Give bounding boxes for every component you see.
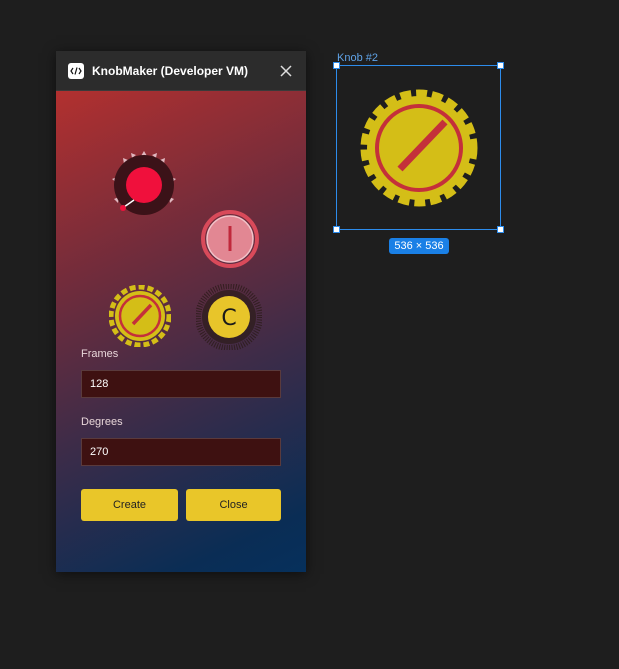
create-button[interactable]: Create — [81, 489, 178, 521]
selected-knob-preview[interactable] — [359, 88, 479, 208]
knob-style-pink-ring[interactable] — [200, 209, 260, 269]
resize-handle-top-right[interactable] — [497, 62, 504, 69]
plugin-window: KnobMaker (Developer VM) C Frames 128 De… — [56, 51, 306, 572]
window-titlebar: KnobMaker (Developer VM) — [56, 51, 306, 91]
degrees-label: Degrees — [81, 416, 123, 428]
knob-selection-frame[interactable] — [336, 65, 501, 230]
close-window-icon[interactable] — [278, 63, 294, 79]
frames-input[interactable] — [81, 370, 281, 398]
window-title: KnobMaker (Developer VM) — [92, 64, 249, 78]
knob-style-yellow-gear[interactable] — [109, 285, 171, 347]
resize-handle-bottom-right[interactable] — [497, 226, 504, 233]
plugin-content: C Frames Degrees Create Close — [56, 91, 306, 572]
resize-handle-bottom-left[interactable] — [333, 226, 340, 233]
degrees-input[interactable] — [81, 438, 281, 466]
size-badge: 536 × 536 — [389, 238, 449, 254]
knob-style-yellow-c[interactable]: C — [196, 284, 262, 350]
layer-name-label[interactable]: Knob #2 — [337, 52, 378, 64]
close-button[interactable]: Close — [186, 489, 281, 521]
knob-style-red-dotted[interactable] — [108, 149, 180, 221]
code-icon — [68, 63, 84, 79]
frames-label: Frames — [81, 348, 119, 360]
knob-c-glyph: C — [221, 306, 236, 331]
resize-handle-top-left[interactable] — [333, 62, 340, 69]
